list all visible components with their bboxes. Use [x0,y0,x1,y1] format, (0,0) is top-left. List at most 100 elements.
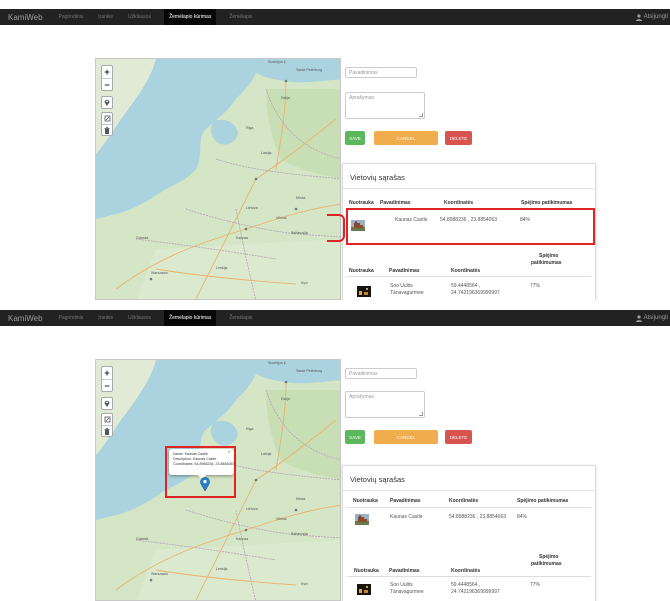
marker-draw-icon [104,400,110,407]
edit-layers-button[interactable] [102,414,112,425]
delete-layers-button[interactable] [102,124,112,135]
trash-icon [104,126,110,134]
header-photo: Nuotrauka [353,498,378,504]
location-coords-line2: 24.742196369999997 [451,290,500,296]
nav-item-home[interactable]: Pagrindinis [57,310,86,326]
map-label: Baltarusija [291,532,308,536]
highlight-box-row [346,208,595,245]
cancel-button[interactable]: CANCEL [374,430,438,444]
description-textarea[interactable]: Aprašymas [345,391,425,418]
nav-item-map[interactable]: Žemėlapis [227,310,254,326]
save-button[interactable]: SAVE [345,131,365,145]
resize-handle-icon[interactable] [419,113,423,117]
delete-button[interactable]: DELETE [445,131,472,145]
map-label: Latvija [261,452,271,456]
map-view[interactable]: Suomijos įl. Estija Latvija Lietuva Baltarus… [95,58,341,300]
map-label: Lietuva [246,206,258,210]
map-label: Kaunas [236,537,248,541]
map-label: Suomijos įl. [268,60,286,64]
zoom-control: + − [101,65,113,91]
map-label: Minsk [296,497,306,501]
name-input[interactable]: Pavadinimas [345,368,417,379]
header-name: Pavadinimas [389,268,420,274]
nav-item-queries[interactable]: Užklausos [126,9,153,25]
logout-link[interactable]: Atsijungti [635,9,668,25]
table-divider [347,276,591,277]
user-icon [635,13,642,21]
save-button[interactable]: SAVE [345,430,365,444]
zoom-out-button[interactable]: − [102,78,112,90]
draw-marker-button[interactable] [102,97,112,108]
map-label: Estija [281,397,290,401]
resize-handle-icon[interactable] [419,412,423,416]
highlight-box-popup [165,446,236,498]
header-photo: Nuotrauka [354,568,379,574]
location-confidence: 77% [530,283,541,289]
location-coords-line2: 24.742196369999997 [451,589,500,595]
edit-icon [104,115,110,122]
zoom-in-button[interactable]: + [102,367,112,379]
table-divider [347,507,591,508]
nav-item-home[interactable]: Pagrindinis [57,9,86,25]
zoom-in-button[interactable]: + [102,66,112,78]
screenshot-frame-1: KamiWeb Pagrindinis Įrankis Užklausos Že… [0,0,670,300]
nav-item-tool[interactable]: Įrankis [96,9,115,25]
name-input[interactable]: Pavadinimas [345,67,417,78]
location-coords-line1: 59.4448564 , [451,283,481,289]
nav-item-map-creation[interactable]: Žemėlapio kūrimas [164,310,217,326]
location-coords-line1: 59.4448564 , [451,582,481,588]
map-label: Estija [281,96,290,100]
location-confidence: 77% [530,582,541,588]
location-name-line2: Tänavagurmee [390,589,424,595]
map-label: Kaunas [236,236,248,240]
delete-button[interactable]: DELETE [445,430,472,444]
map-label: Minsk [296,196,306,200]
map-label: Kyiv [301,281,308,285]
nav-item-tool[interactable]: Įrankis [96,310,115,326]
nav-item-map-creation[interactable]: Žemėlapio kūrimas [164,9,217,25]
street-photo-image [357,584,371,595]
description-placeholder: Aprašymas [349,95,375,101]
logout-link[interactable]: Atsijungti [635,310,668,326]
header-confidence-line2: patikimumas [531,260,562,266]
draw-marker-control [101,397,113,410]
street-photo-image [357,286,371,297]
map-label: Baltarusija [291,231,308,235]
location-photo [355,513,369,525]
header-name: Pavadinimas [380,200,411,206]
brand-link[interactable]: KamiWeb [8,314,43,323]
nav-item-queries[interactable]: Užklausos [126,310,153,326]
location-name: Kaunas Castle [390,514,423,520]
trash-icon [104,427,110,435]
header-coords: Koordinatės [444,200,474,206]
map-label: Gdańsk [136,537,149,541]
map-label: Suomijos įl. [268,361,286,365]
zoom-control: + − [101,366,113,392]
highlight-box-marker [327,214,345,242]
name-placeholder: Pavadinimas [349,70,378,76]
map-label: Gdańsk [136,236,149,240]
draw-marker-button[interactable] [102,398,112,409]
map-label: Warszawa [151,271,168,275]
panel-divider [343,188,595,189]
edit-icon [104,416,110,423]
draw-marker-control [101,96,113,109]
header-name: Pavadinimas [390,498,421,504]
map-label: Vilnius [276,216,287,220]
map-label: Lenkija [216,266,227,270]
cancel-button[interactable]: CANCEL [374,131,438,145]
nav-item-map[interactable]: Žemėlapis [227,9,254,25]
locations-title: Vietovių sąrašas [350,475,405,484]
zoom-out-button[interactable]: − [102,379,112,391]
map-tiles: Suomijos įl. Estija Latvija Lietuva Baltarus… [96,59,340,299]
delete-layers-button[interactable] [102,425,112,436]
header-confidence: Spėjimo patikimumas [517,498,569,504]
logout-label: Atsijungti [643,315,668,321]
castle-photo-image [355,514,369,525]
map-label: Riga [246,427,253,431]
edit-layers-button[interactable] [102,113,112,124]
screenshot-frame-2: KamiWeb Pagrindinis Įrankis Užklausos Že… [0,301,670,601]
brand-link[interactable]: KamiWeb [8,13,43,22]
description-textarea[interactable]: Aprašymas [345,92,425,119]
description-placeholder: Aprašymas [349,394,375,400]
